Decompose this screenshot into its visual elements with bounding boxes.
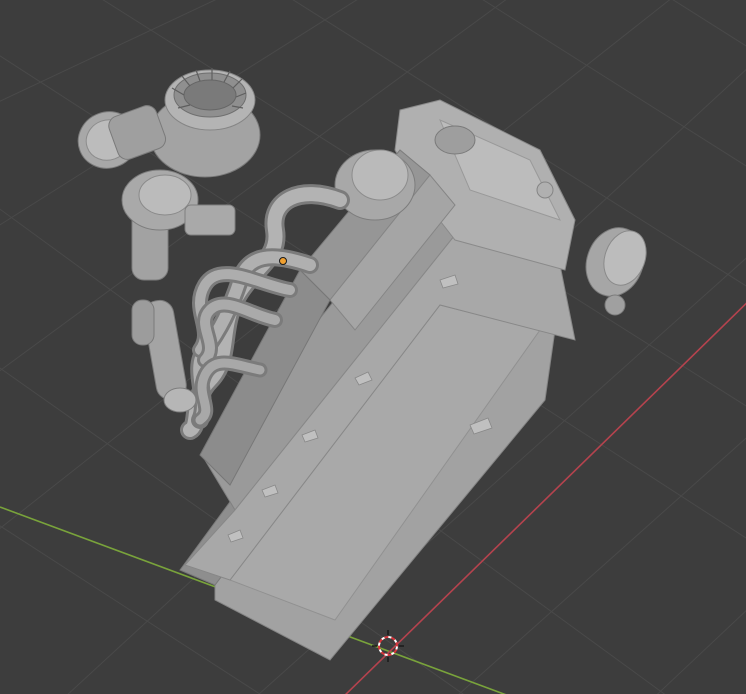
- object-origin-icon: [279, 257, 287, 265]
- viewport-canvas[interactable]: [0, 0, 746, 694]
- 3d-viewport[interactable]: [0, 0, 746, 694]
